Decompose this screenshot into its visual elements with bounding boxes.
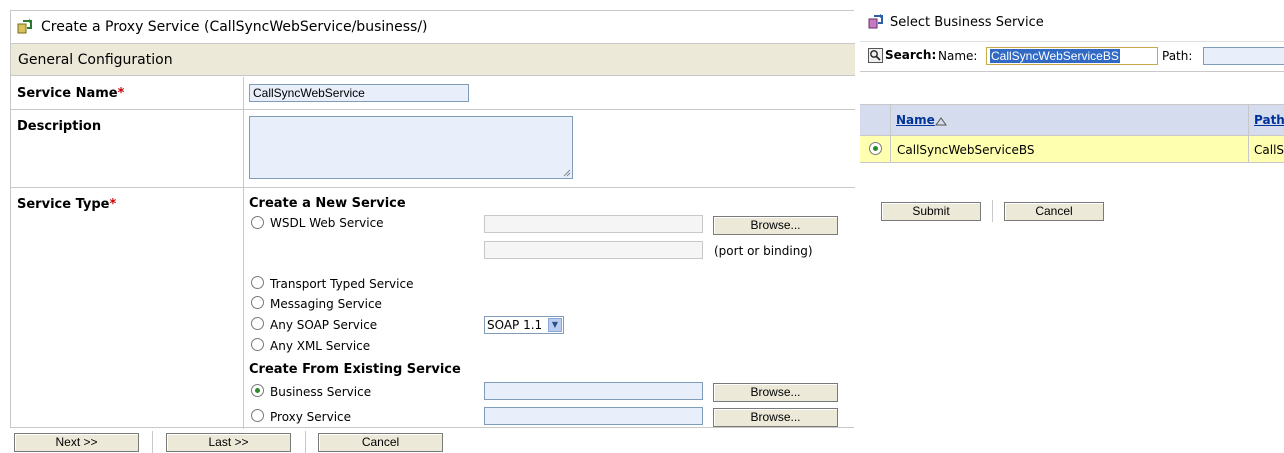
- create-existing-heading: Create From Existing Service: [249, 362, 461, 377]
- section-header: General Configuration: [11, 44, 855, 76]
- cancel-button[interactable]: Cancel: [318, 433, 443, 452]
- column-divider: [1248, 136, 1249, 162]
- proxy-service-radio[interactable]: [251, 409, 264, 422]
- button-separator: [992, 200, 993, 222]
- description-textarea[interactable]: [249, 116, 573, 179]
- column-divider: [890, 105, 891, 135]
- last-button[interactable]: Last >>: [166, 433, 291, 452]
- proxy-service-label: Proxy Service: [270, 410, 352, 424]
- business-title: Select Business Service: [868, 14, 1044, 30]
- button-separator: [152, 431, 153, 453]
- column-divider: [890, 136, 891, 162]
- results-table-header: Name Path: [860, 104, 1284, 136]
- create-proxy-service-panel: Create a Proxy Service (CallSyncWebServi…: [10, 10, 855, 429]
- search-label: Search:: [885, 48, 937, 62]
- search-icon: [868, 48, 883, 63]
- name-column-header[interactable]: Name: [896, 113, 935, 127]
- service-type-row: Service Type* Create a New Service WSDL …: [11, 188, 855, 429]
- resize-grip-icon: [563, 169, 571, 177]
- business-browse-button[interactable]: Browse...: [713, 383, 838, 402]
- service-name-input[interactable]: CallSyncWebService: [249, 84, 469, 102]
- select-business-service-panel: Select Business Service Search: Name: Ca…: [860, 0, 1284, 226]
- business-cancel-button[interactable]: Cancel: [1004, 202, 1104, 221]
- row-path: CallSy: [1254, 143, 1284, 157]
- sort-ascending-icon[interactable]: [935, 117, 947, 126]
- search-name-input[interactable]: CallSyncWebServiceBS: [986, 47, 1158, 65]
- search-name-value: CallSyncWebServiceBS: [990, 49, 1120, 63]
- proxy-browse-button[interactable]: Browse...: [713, 408, 838, 427]
- messaging-radio[interactable]: [251, 296, 264, 309]
- wsdl-browse-button[interactable]: Browse...: [713, 216, 838, 235]
- transport-radio[interactable]: [251, 276, 264, 289]
- search-row: Search: Name: CallSyncWebServiceBS Path:: [860, 41, 1284, 72]
- button-separator: [305, 431, 306, 453]
- table-row[interactable]: CallSyncWebServiceBS CallSy: [860, 136, 1284, 163]
- row-name: CallSyncWebServiceBS: [897, 143, 1035, 157]
- proxy-service-input[interactable]: [484, 407, 703, 425]
- service-name-row: Service Name* CallSyncWebService: [11, 77, 855, 110]
- divider: [10, 427, 854, 428]
- wsdl-label: WSDL Web Service: [270, 216, 384, 230]
- wsdl-radio[interactable]: [251, 216, 264, 229]
- search-path-input[interactable]: [1203, 47, 1284, 65]
- description-row: Description: [11, 110, 855, 188]
- create-new-service-heading: Create a New Service: [249, 196, 406, 211]
- next-button[interactable]: Next >>: [14, 433, 139, 452]
- row-select-radio[interactable]: [869, 142, 882, 155]
- soap-version-select[interactable]: SOAP 1.1 ▼: [484, 316, 564, 334]
- any-soap-label: Any SOAP Service: [270, 318, 378, 332]
- port-binding-input[interactable]: [484, 241, 703, 259]
- submit-button[interactable]: Submit: [881, 202, 981, 221]
- chevron-down-icon: ▼: [548, 318, 562, 332]
- any-xml-radio[interactable]: [251, 338, 264, 351]
- business-service-icon: [868, 14, 883, 29]
- port-binding-hint: (port or binding): [714, 244, 813, 258]
- proxy-service-icon: [17, 19, 32, 34]
- business-service-label: Business Service: [270, 385, 372, 399]
- business-dialog-title: Select Business Service: [890, 14, 1044, 30]
- path-label: Path:: [1162, 49, 1193, 63]
- any-xml-label: Any XML Service: [270, 339, 371, 353]
- soap-version-value: SOAP 1.1: [487, 318, 543, 332]
- page-title: Create a Proxy Service (CallSyncWebServi…: [41, 19, 428, 35]
- business-service-input[interactable]: [484, 382, 703, 400]
- any-soap-radio[interactable]: [251, 317, 264, 330]
- path-column-header[interactable]: Path: [1254, 113, 1284, 127]
- proxy-title-bar: Create a Proxy Service (CallSyncWebServi…: [11, 11, 855, 44]
- messaging-label: Messaging Service: [270, 297, 382, 311]
- column-divider: [1248, 105, 1249, 135]
- business-service-radio[interactable]: [251, 384, 264, 397]
- wsdl-input[interactable]: [484, 215, 703, 233]
- name-label: Name:: [938, 49, 978, 63]
- service-type-label: Service Type*: [11, 188, 244, 429]
- transport-label: Transport Typed Service: [270, 277, 414, 291]
- description-label: Description: [11, 110, 244, 187]
- service-name-label: Service Name*: [11, 77, 244, 109]
